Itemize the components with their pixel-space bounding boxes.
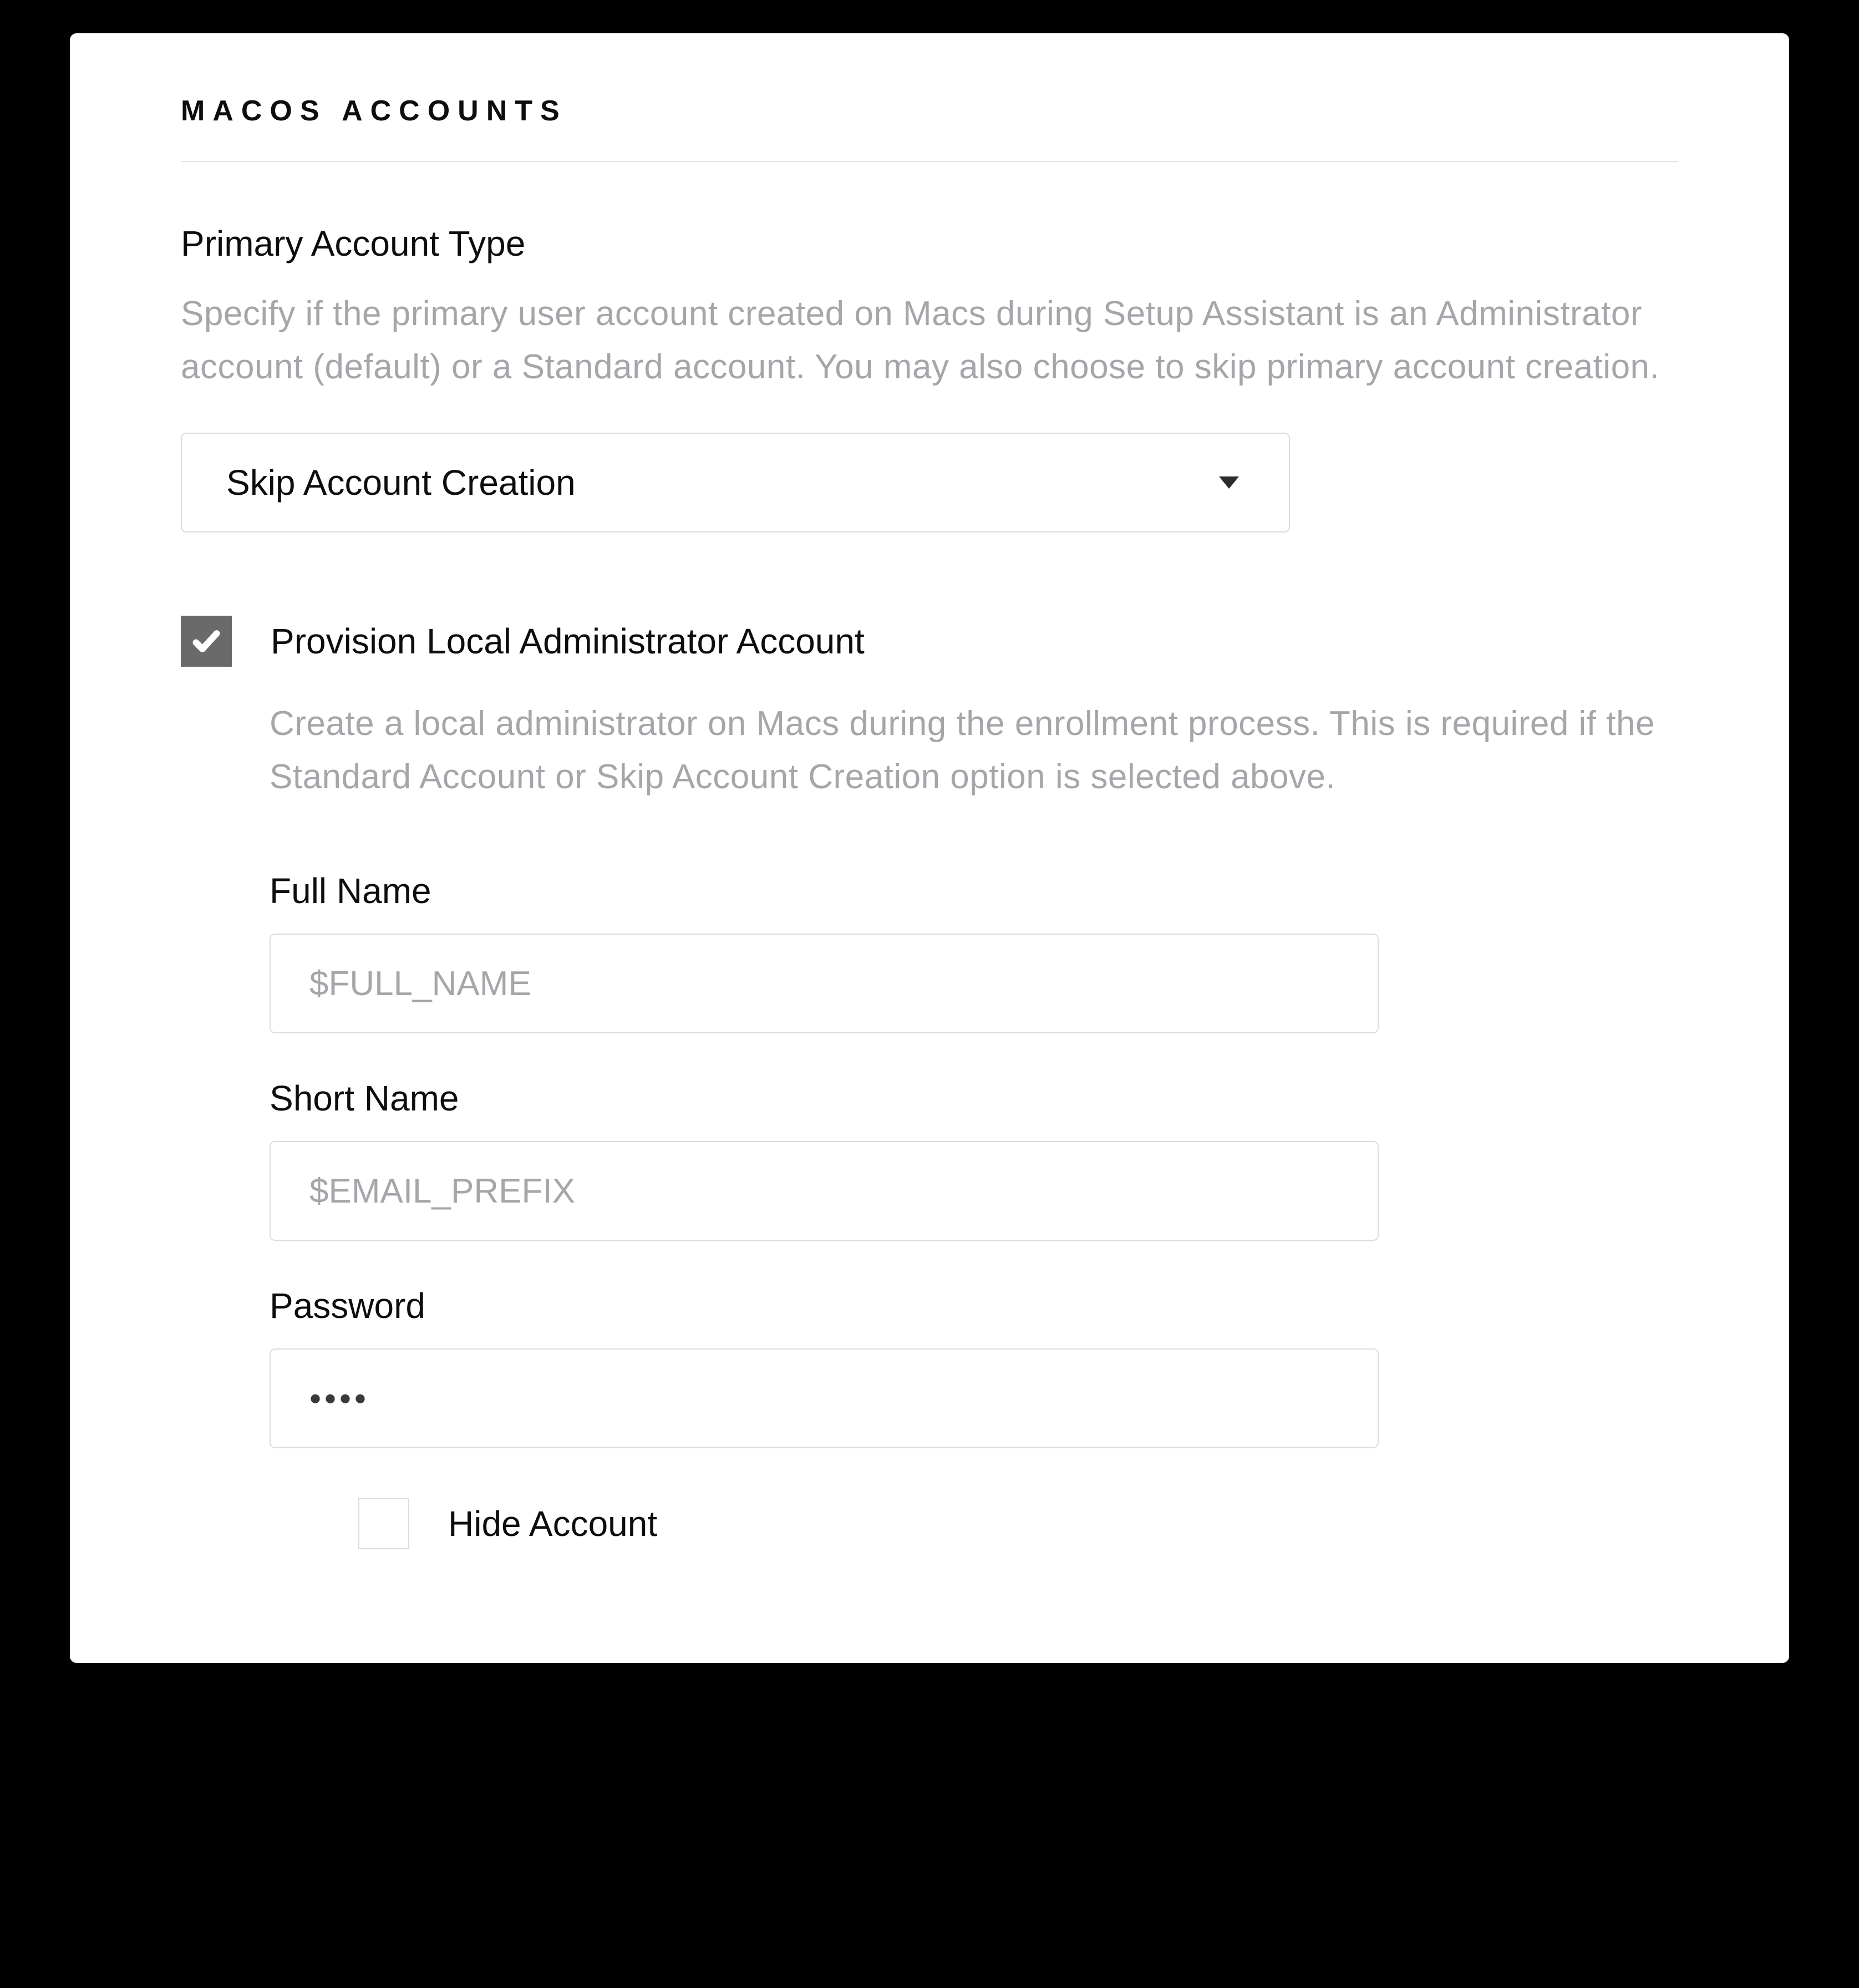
hide-account-row: Hide Account [358,1498,1678,1549]
full-name-input[interactable]: $FULL_NAME [270,934,1379,1033]
hide-account-checkbox[interactable] [358,1498,409,1549]
primary-account-type-select[interactable]: Skip Account Creation [181,433,1290,532]
provision-admin-desc: Create a local administrator on Macs dur… [270,697,1678,804]
password-input[interactable]: •••• [270,1348,1379,1448]
macos-accounts-panel: MACOS ACCOUNTS Primary Account Type Spec… [70,33,1789,1663]
chevron-down-icon [1219,476,1239,489]
short-name-label: Short Name [270,1078,1678,1119]
short-name-input[interactable]: $EMAIL_PREFIX [270,1141,1379,1241]
provision-admin-row: Provision Local Administrator Account [181,616,1678,667]
checkmark-icon [191,626,222,657]
provision-admin-checkbox[interactable] [181,616,232,667]
provision-admin-block: Create a local administrator on Macs dur… [270,697,1678,1549]
full-name-label: Full Name [270,870,1678,911]
section-header: MACOS ACCOUNTS [181,94,1678,162]
primary-account-section: Primary Account Type Specify if the prim… [181,223,1678,532]
primary-account-title: Primary Account Type [181,223,1678,264]
primary-account-desc: Specify if the primary user account crea… [181,287,1678,394]
select-value: Skip Account Creation [226,462,576,503]
hide-account-label: Hide Account [448,1498,657,1549]
password-label: Password [270,1285,1678,1326]
provision-admin-label: Provision Local Administrator Account [271,616,865,667]
